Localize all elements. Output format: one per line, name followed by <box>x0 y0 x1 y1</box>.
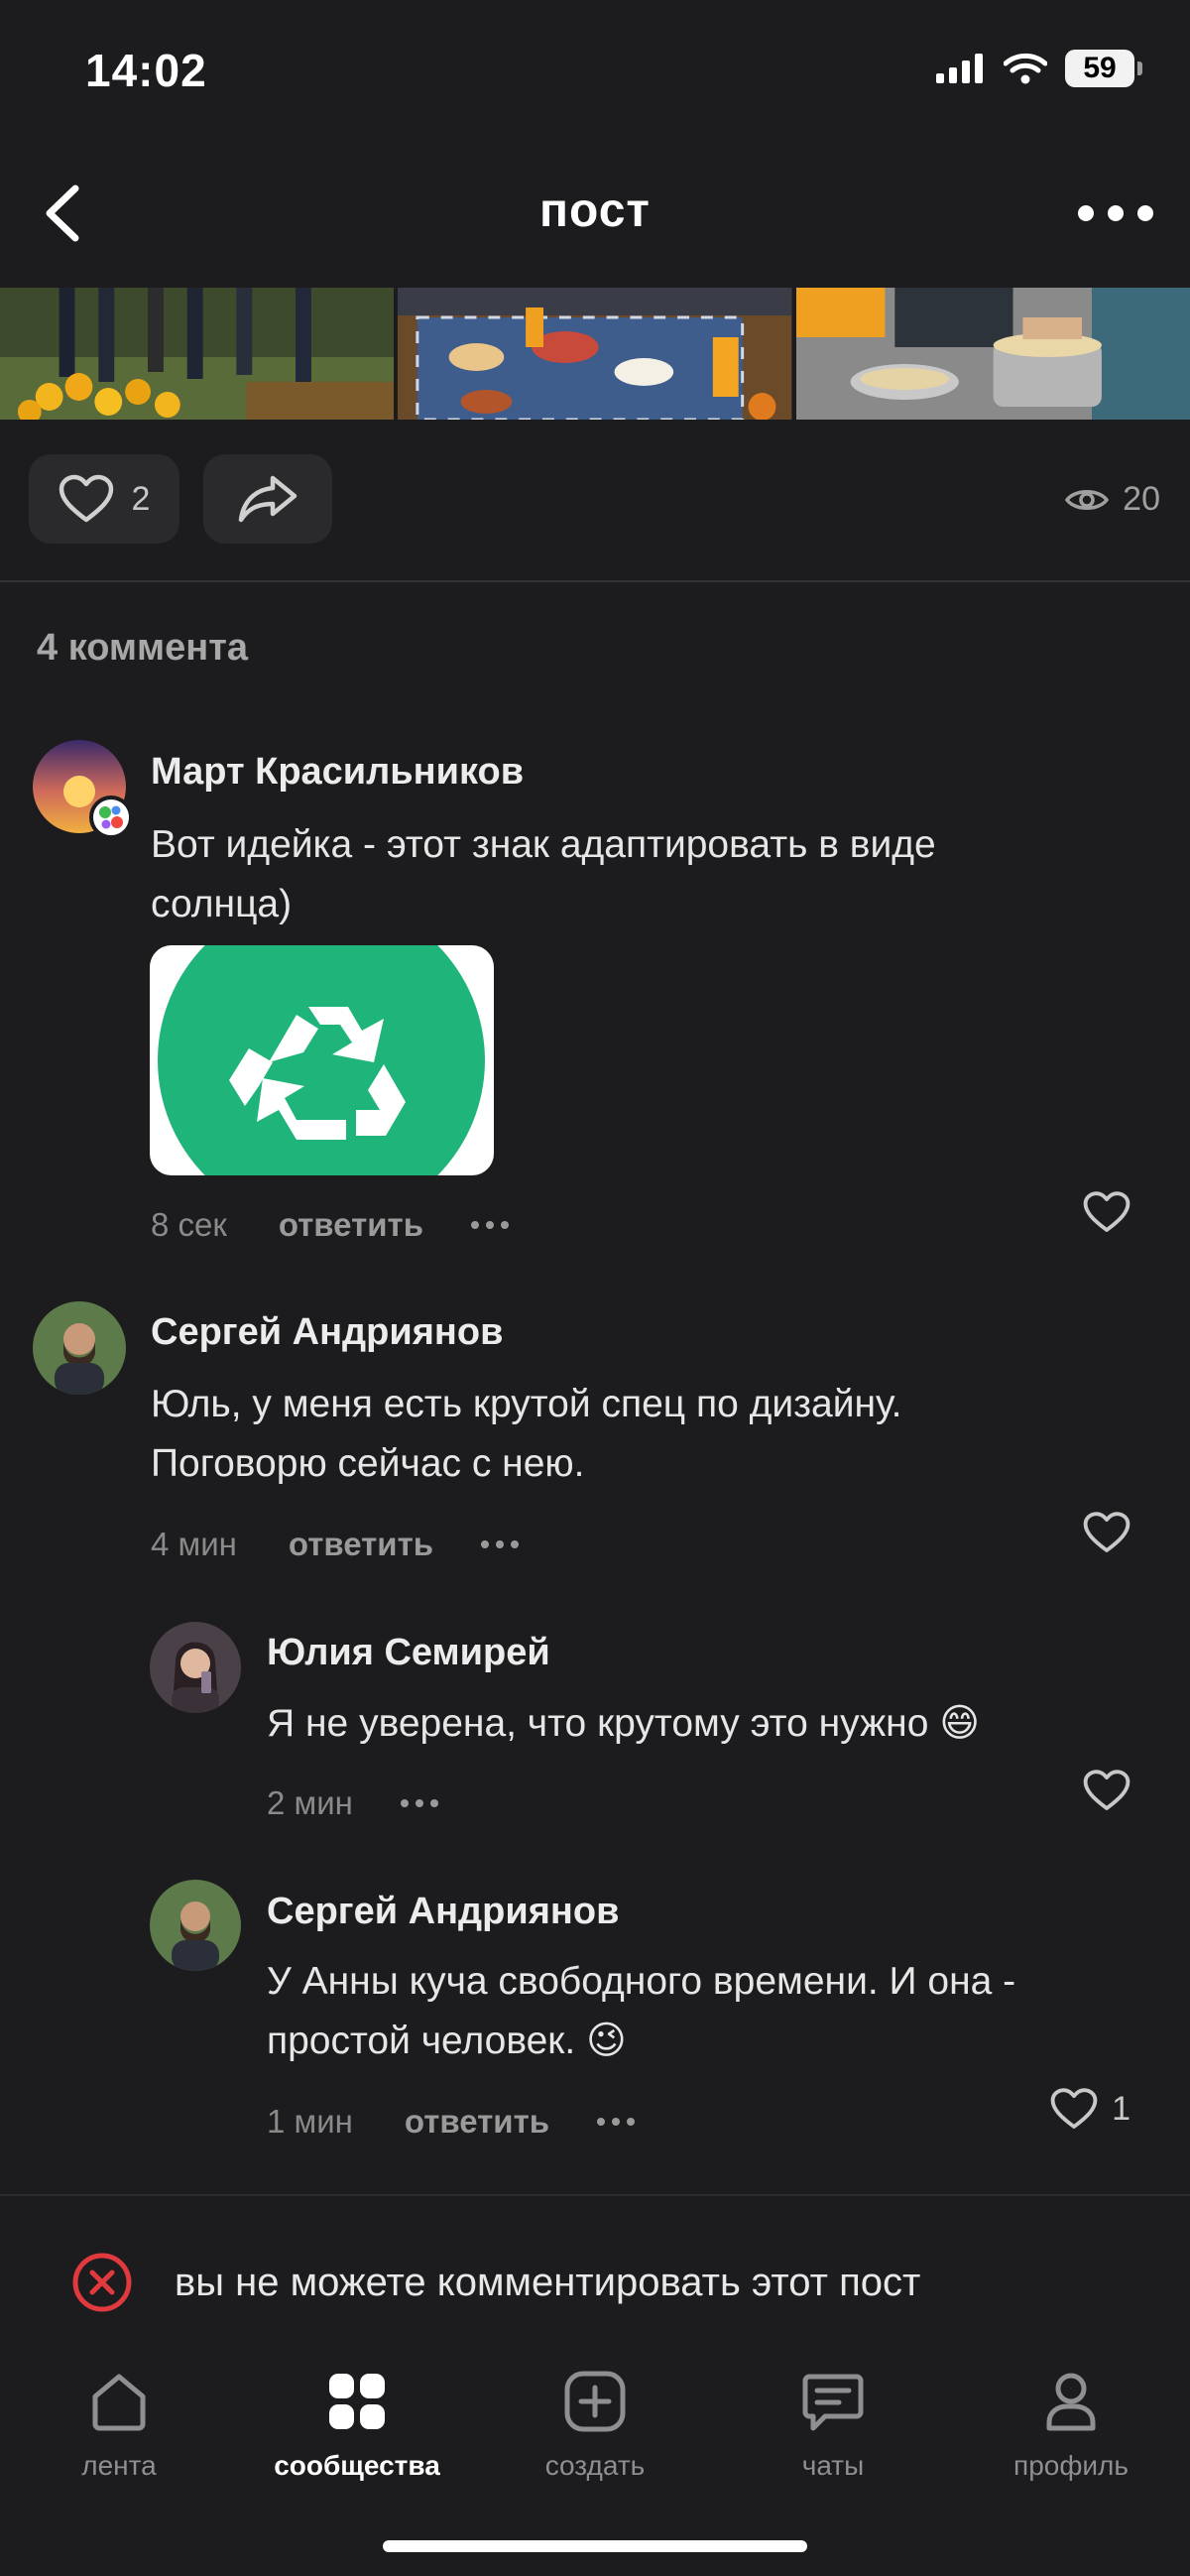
comment-author[interactable]: Сергей Андриянов <box>151 1311 503 1354</box>
reply-button[interactable]: ответить <box>279 1206 423 1244</box>
comment-time: 1 мин <box>267 2103 353 2140</box>
avatar[interactable] <box>33 1301 126 1395</box>
comment-time: 8 сек <box>151 1206 227 1243</box>
winking-emoji-icon: 😉 <box>586 2020 627 2062</box>
grid-icon <box>329 2374 385 2429</box>
community-badge-icon <box>89 796 133 839</box>
battery-level: 59 <box>1065 50 1134 87</box>
eye-icon <box>1065 489 1110 510</box>
tab-label: профиль <box>1013 2450 1129 2481</box>
tab-communities[interactable]: сообщества <box>238 2351 476 2510</box>
battery-icon: 59 <box>1065 50 1142 87</box>
tab-label: создать <box>544 2450 646 2481</box>
tab-chats[interactable]: чаты <box>714 2351 952 2510</box>
comment-text: Юль, у меня есть крутой спец по дизайну.… <box>151 1383 902 1485</box>
heart-icon <box>1083 1191 1130 1232</box>
status-time: 14:02 <box>85 45 207 96</box>
avatar[interactable] <box>150 1880 241 1971</box>
view-count-value: 20 <box>1123 480 1160 518</box>
comment-author[interactable]: Март Красильников <box>151 751 524 794</box>
comment-meta: 4 мин ответить <box>151 1526 520 1563</box>
comment-more-button[interactable] <box>400 1799 438 1807</box>
comment-meta: 1 мин ответить <box>267 2103 636 2141</box>
comment-more-button[interactable] <box>597 2118 636 2126</box>
comment-like-button[interactable] <box>1083 1511 1130 1554</box>
comment-like-button[interactable] <box>1083 1190 1130 1234</box>
comment-more-button[interactable] <box>481 1540 520 1548</box>
share-arrow-icon <box>238 475 298 523</box>
share-button[interactable] <box>203 454 332 544</box>
status-icons: 59 <box>936 50 1142 87</box>
recycle-icon <box>158 945 485 1175</box>
error-circle-icon <box>72 2253 132 2312</box>
person-icon <box>1046 2373 1096 2431</box>
comment-attachment-image[interactable] <box>150 945 494 1175</box>
post-like-button[interactable]: 2 <box>29 454 179 544</box>
signal-icon <box>936 54 983 83</box>
comment-time: 4 мин <box>151 1526 237 1562</box>
heart-icon <box>1083 1770 1130 1810</box>
comment-like-button[interactable]: 1 <box>1050 2087 1130 2131</box>
comment-more-button[interactable] <box>470 1221 509 1229</box>
comment-text: Вот идейка - этот знак адаптировать в ви… <box>151 823 936 925</box>
comment-text-body: Я не уверена, что крутому это нужно <box>267 1702 929 1745</box>
avatar[interactable] <box>150 1622 241 1713</box>
comment-text: Я не уверена, что крутому это нужно 😄 <box>267 1694 1120 1754</box>
reply-button[interactable]: ответить <box>289 1526 433 1563</box>
comments-disabled-notice: вы не можете комментировать этот пост <box>71 2252 920 2313</box>
plus-square-icon <box>564 2371 626 2432</box>
page-title: пост <box>539 184 651 237</box>
post-photo-picnic[interactable] <box>398 288 792 420</box>
post-photo-cooking[interactable] <box>795 288 1190 420</box>
chat-icon <box>802 2374 864 2431</box>
heart-icon <box>59 474 113 523</box>
comment-text: У Анны куча свободного времени. И она - … <box>267 1952 1120 2071</box>
post-photo-strip[interactable] <box>0 288 1190 420</box>
wifi-icon <box>1004 53 1047 84</box>
divider <box>0 2194 1190 2196</box>
tab-label: сообщества <box>274 2450 440 2481</box>
comment-author[interactable]: Сергей Андриянов <box>267 1891 619 1933</box>
heart-icon <box>1083 1512 1130 1552</box>
tab-create[interactable]: создать <box>476 2351 714 2510</box>
reply-button[interactable]: ответить <box>405 2103 549 2141</box>
comment-meta: 8 сек ответить <box>151 1206 509 1244</box>
more-horizontal-icon <box>1078 205 1153 221</box>
comment-meta: 2 мин <box>267 1784 438 1822</box>
post-photo-flowers[interactable] <box>0 288 395 420</box>
tab-label: лента <box>81 2450 157 2481</box>
tab-label: чаты <box>801 2450 865 2481</box>
grinning-emoji-icon: 😄 <box>939 1702 980 1745</box>
home-indicator <box>383 2540 807 2552</box>
more-options-button[interactable] <box>1071 188 1160 238</box>
comment-time: 2 мин <box>267 1784 353 1821</box>
divider <box>0 580 1190 582</box>
view-count: 20 <box>1065 480 1160 519</box>
tab-feed[interactable]: лента <box>0 2351 238 2510</box>
post-like-count: 2 <box>131 479 151 518</box>
heart-icon <box>1050 2088 1098 2129</box>
comment-like-count: 1 <box>1112 2089 1130 2128</box>
bottom-tab-bar: лента сообщества создать чаты профиль <box>0 2351 1190 2510</box>
notice-text: вы не можете комментировать этот пост <box>175 2260 921 2304</box>
comment-like-button[interactable] <box>1083 1769 1130 1812</box>
tab-profile[interactable]: профиль <box>952 2351 1190 2510</box>
comment-author[interactable]: Юлия Семирей <box>267 1632 550 1674</box>
comments-count: 4 коммента <box>37 627 248 669</box>
home-icon <box>92 2374 146 2431</box>
comment-text-body: У Анны куча свободного времени. И она - … <box>267 1960 1016 2062</box>
